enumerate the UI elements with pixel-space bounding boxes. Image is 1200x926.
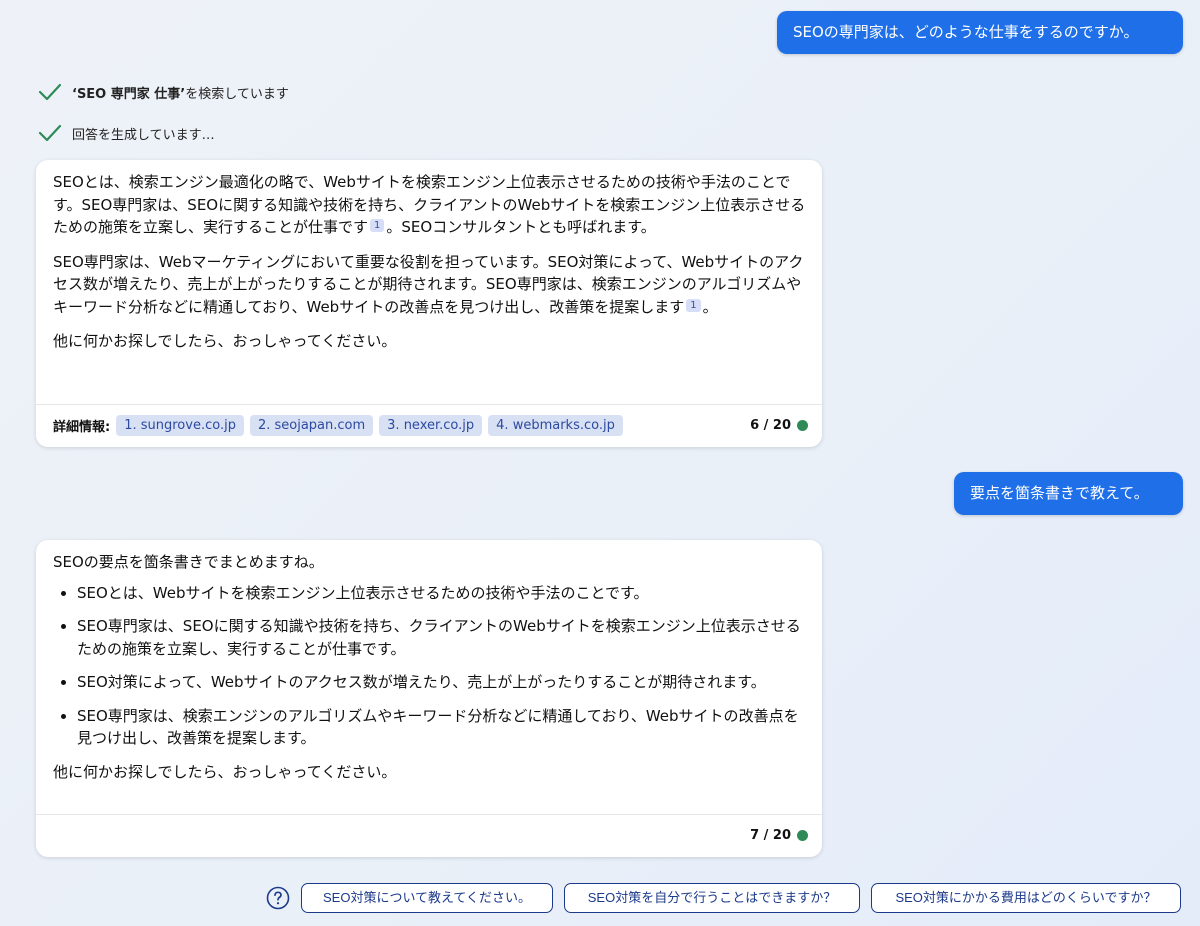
generating-status-text: 回答を生成しています… [72, 127, 215, 143]
sources-label: 詳細情報: [53, 420, 111, 435]
source-link[interactable]: 4. webmarks.co.jp [488, 415, 623, 436]
suggestion-chip[interactable]: SEO対策について教えてください。 [301, 883, 553, 913]
search-status-text: を検索しています [185, 86, 289, 102]
suggestion-bar: SEO対策について教えてください。 SEO対策を自分で行うことはできますか？ S… [266, 883, 1181, 913]
turn-counter: 7 / 20 [750, 828, 808, 843]
answer-bullet-list: SEOとは、Webサイトを検索エンジン上位表示させるための技術や手法のことです。… [53, 582, 806, 750]
question-mark-icon [266, 886, 290, 910]
bot-answer-1: SEOとは、検索エンジン最適化の略で、Webサイトを検索エンジン上位表示させるた… [36, 160, 822, 447]
suggestion-chip[interactable]: SEO対策を自分で行うことはできますか？ [564, 883, 860, 913]
answer-text: 。 [702, 297, 718, 316]
answer-text: 。SEOコンサルタントとも呼ばれます。 [386, 218, 656, 236]
turn-counter: 6 / 20 [750, 418, 808, 433]
suggestion-chip[interactable]: SEO対策にかかる費用はどのくらいですか？ [871, 883, 1181, 913]
source-link[interactable]: 2. seojapan.com [249, 415, 374, 436]
status-dot-icon [797, 420, 808, 431]
answer-closing: 他に何かお探しでしたら、おっしゃってください。 [53, 762, 397, 781]
user-message-1: SEOの専門家は、どのような仕事をするのですか。 [777, 11, 1183, 54]
list-item: SEOとは、Webサイトを検索エンジン上位表示させるための技術や手法のことです。 [77, 582, 806, 605]
answer-footer: 詳細情報: 1. sungrove.co.jp 2. seojapan.com … [36, 404, 822, 446]
answer-closing: 他に何かお探しでしたら、おっしゃってください。 [53, 332, 397, 350]
checkmark-icon [38, 124, 62, 142]
source-link[interactable]: 3. nexer.co.jp [379, 415, 483, 436]
source-link[interactable]: 1. sungrove.co.jp [116, 415, 244, 436]
answer-paragraph: SEOとは、検索エンジン最適化の略で、Webサイトを検索エンジン上位表示させるた… [53, 171, 806, 239]
bot-answer-2: SEOの要点を箇条書きでまとめますね。 SEOとは、Webサイトを検索エンジン上… [36, 540, 822, 857]
citation-ref[interactable]: 1 [686, 298, 701, 312]
citation-ref[interactable]: 1 [370, 219, 385, 232]
answer-footer: 7 / 20 [36, 814, 822, 856]
list-item: SEO対策によって、Webサイトのアクセス数が増えたり、売上が上がったりすること… [77, 671, 806, 694]
checkmark-icon [38, 83, 62, 101]
answer-paragraph: SEO専門家は、Webマーケティングにおいて重要な役割を担っています。SEO対策… [53, 251, 806, 319]
turn-counter-text: 6 / 20 [750, 418, 791, 433]
status-dot-icon [797, 830, 808, 841]
list-item: SEO専門家は、検索エンジンのアルゴリズムやキーワード分析などに精通しており、W… [77, 705, 806, 750]
answer-intro: SEOの要点を箇条書きでまとめますね。 [53, 553, 324, 571]
turn-counter-text: 7 / 20 [750, 828, 791, 843]
search-query: ‘SEO 専門家 仕事’ [72, 86, 186, 102]
list-item: SEO専門家は、SEOに関する知識や技術を持ち、クライアントのWebサイトを検索… [77, 615, 806, 660]
generating-status: 回答を生成しています… [38, 123, 215, 143]
user-message-2: 要点を箇条書きで教えて。 [954, 472, 1183, 515]
search-status: ‘SEO 専門家 仕事’ を検索しています [38, 82, 289, 102]
